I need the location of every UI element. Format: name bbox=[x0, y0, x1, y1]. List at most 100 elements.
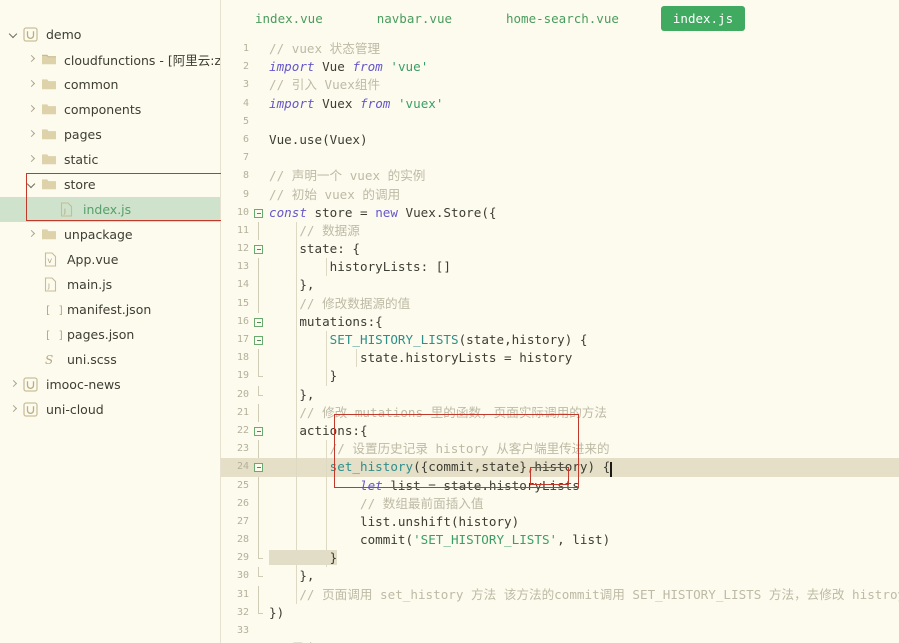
code-line[interactable]: 33 bbox=[221, 622, 899, 640]
tree-item-unpackage[interactable]: unpackage bbox=[0, 222, 220, 247]
chevron-right-icon[interactable] bbox=[8, 404, 19, 415]
tree-item-cloudfunctions[interactable]: cloudfunctions - [阿里云:zk bbox=[0, 47, 220, 72]
code-line[interactable]: 29 } bbox=[221, 549, 899, 568]
code-line[interactable]: 16 mutations:{ bbox=[221, 312, 899, 331]
code-line[interactable]: 6 Vue.use(Vuex) bbox=[221, 131, 899, 149]
tree-item-label: uni-cloud bbox=[46, 402, 104, 417]
fold-toggle-icon[interactable] bbox=[254, 463, 263, 473]
tree-item-label: pages.json bbox=[67, 327, 135, 342]
line-number: 26 bbox=[236, 497, 249, 509]
code-line[interactable]: 27 list.unshift(history) bbox=[221, 512, 899, 532]
code-line[interactable]: 32}) bbox=[221, 603, 899, 622]
tab-home-search-vue[interactable]: home-search.vue bbox=[494, 6, 631, 31]
tree-item-index-js[interactable]: J index.js bbox=[0, 197, 220, 222]
chevron-right-icon[interactable] bbox=[26, 154, 37, 165]
chevron-right-icon[interactable] bbox=[26, 104, 37, 115]
tab-navbar-vue[interactable]: navbar.vue bbox=[365, 6, 464, 31]
line-number: 31 bbox=[236, 588, 249, 600]
line-number: 21 bbox=[236, 406, 249, 418]
line-number: 24 bbox=[236, 461, 249, 473]
code-line[interactable]: 12 state: { bbox=[221, 240, 899, 259]
code-line[interactable]: 22 actions:{ bbox=[221, 421, 899, 441]
code-line[interactable]: 26 // 数组最前面插入值 bbox=[221, 494, 899, 513]
text-cursor bbox=[610, 462, 613, 478]
folder-icon bbox=[41, 127, 58, 143]
code-area[interactable]: 1// vuex 状态管理 2 import Vue from 'vue' 3//… bbox=[221, 40, 899, 643]
code-line[interactable]: 17 SET_HISTORY_LISTS(state,history) { bbox=[221, 331, 899, 350]
code-line[interactable]: 23 // 设置历史记录 history 从客户端里传进来的 bbox=[221, 440, 899, 459]
fold-toggle-icon[interactable] bbox=[254, 336, 263, 345]
tree-item-store[interactable]: store bbox=[0, 172, 220, 197]
chevron-right-icon[interactable] bbox=[8, 379, 19, 390]
tree-item-label: imooc-news bbox=[46, 377, 121, 392]
code-line[interactable]: 1// vuex 状态管理 bbox=[221, 40, 899, 58]
editor-tab-bar[interactable]: index.vue navbar.vue home-search.vue ind… bbox=[221, 0, 899, 36]
project-explorer-sidebar[interactable]: demo cloudfunctions - [阿里云:zk common com… bbox=[0, 0, 227, 643]
fold-toggle-icon[interactable] bbox=[254, 208, 263, 218]
tree-item-pages[interactable]: pages bbox=[0, 122, 220, 147]
code-line-current[interactable]: 24 set_history({commit,state},history) { bbox=[221, 458, 899, 478]
tree-item-main-js[interactable]: J main.js bbox=[0, 272, 220, 297]
tab-index-js[interactable]: index.js bbox=[660, 5, 746, 31]
code-line[interactable]: 21 // 修改 mutations 里的函数，页面实际调用的方法 bbox=[221, 403, 899, 422]
tree-item-label: uni.scss bbox=[67, 352, 117, 367]
tree-item-label: main.js bbox=[67, 277, 113, 292]
folder-icon bbox=[41, 102, 58, 118]
tree-item-manifest-json[interactable]: [ ] manifest.json bbox=[0, 297, 220, 322]
code-line[interactable]: 13 historyLists: [] bbox=[221, 258, 899, 277]
code-line[interactable]: 5 bbox=[221, 113, 899, 131]
line-number: 8 bbox=[242, 170, 249, 182]
line-number: 10 bbox=[236, 206, 249, 218]
chevron-right-icon[interactable] bbox=[26, 229, 37, 240]
code-line[interactable]: 8// 声明一个 vuex 的实例 bbox=[221, 167, 899, 185]
chevron-down-icon[interactable] bbox=[8, 29, 19, 40]
tree-item-app-vue[interactable]: V App.vue bbox=[0, 247, 220, 272]
folder-icon bbox=[41, 77, 58, 93]
code-line[interactable]: 4 import Vuex from 'vuex' bbox=[221, 95, 899, 113]
code-line[interactable]: 15 // 修改数据源的值 bbox=[221, 294, 899, 313]
line-number: 30 bbox=[236, 570, 249, 582]
line-number: 33 bbox=[236, 625, 249, 636]
line-number: 2 bbox=[242, 61, 249, 73]
tree-item-uni-cloud[interactable]: uni-cloud bbox=[0, 397, 220, 422]
tree-item-static[interactable]: static bbox=[0, 147, 220, 172]
tree-item-pages-json[interactable]: [ ] pages.json bbox=[0, 322, 220, 347]
chevron-down-icon[interactable] bbox=[26, 179, 37, 190]
code-line[interactable]: 31 // 页面调用 set_history 方法 该方法的commit调用 S… bbox=[221, 585, 899, 604]
fold-toggle-icon[interactable] bbox=[254, 426, 263, 436]
tree-item-demo[interactable]: demo bbox=[0, 22, 220, 47]
code-line[interactable]: 3// 引入 Vuex组件 bbox=[221, 76, 899, 94]
json-file-icon: [ ] bbox=[44, 302, 65, 318]
line-number: 25 bbox=[236, 479, 249, 491]
code-line[interactable]: 2 import Vue from 'vue' bbox=[221, 58, 899, 76]
code-line[interactable]: 18 state.historyLists = history bbox=[221, 349, 899, 368]
line-number: 5 bbox=[242, 115, 249, 127]
svg-text:V: V bbox=[48, 257, 53, 265]
code-line[interactable]: 30 }, bbox=[221, 567, 899, 586]
code-line[interactable]: 7 bbox=[221, 149, 899, 167]
tab-index-vue[interactable]: index.vue bbox=[243, 6, 335, 31]
tree-item-components[interactable]: components bbox=[0, 97, 220, 122]
code-line[interactable]: 14 }, bbox=[221, 276, 899, 295]
code-line[interactable]: 9// 初始 vuex 的调用 bbox=[221, 186, 899, 204]
code-line[interactable]: 20 }, bbox=[221, 385, 899, 404]
svg-text:[ ]: [ ] bbox=[45, 328, 65, 341]
line-number: 16 bbox=[236, 315, 249, 327]
chevron-right-icon[interactable] bbox=[26, 54, 37, 65]
chevron-right-icon[interactable] bbox=[26, 79, 37, 90]
line-number: 3 bbox=[242, 79, 249, 91]
fold-toggle-icon[interactable] bbox=[254, 317, 263, 327]
code-line[interactable]: 28 commit('SET_HISTORY_LISTS', list) bbox=[221, 531, 899, 550]
fold-toggle-icon[interactable] bbox=[254, 245, 263, 255]
code-line[interactable]: 11 // 数据源 bbox=[221, 221, 899, 241]
code-line[interactable]: 10 const store = new Vuex.Store({ bbox=[221, 204, 899, 222]
tree-item-common[interactable]: common bbox=[0, 72, 220, 97]
tree-item-uni-scss[interactable]: S uni.scss bbox=[0, 347, 220, 372]
ide-window: demo cloudfunctions - [阿里云:zk common com… bbox=[0, 0, 899, 643]
tree-item-label: components bbox=[64, 102, 142, 117]
tree-item-imooc-news[interactable]: imooc-news bbox=[0, 372, 220, 397]
code-line[interactable]: 25 let list = state.historyLists bbox=[221, 476, 899, 495]
line-number: 4 bbox=[242, 97, 249, 109]
chevron-right-icon[interactable] bbox=[26, 129, 37, 140]
code-line[interactable]: 19 } bbox=[221, 367, 899, 386]
